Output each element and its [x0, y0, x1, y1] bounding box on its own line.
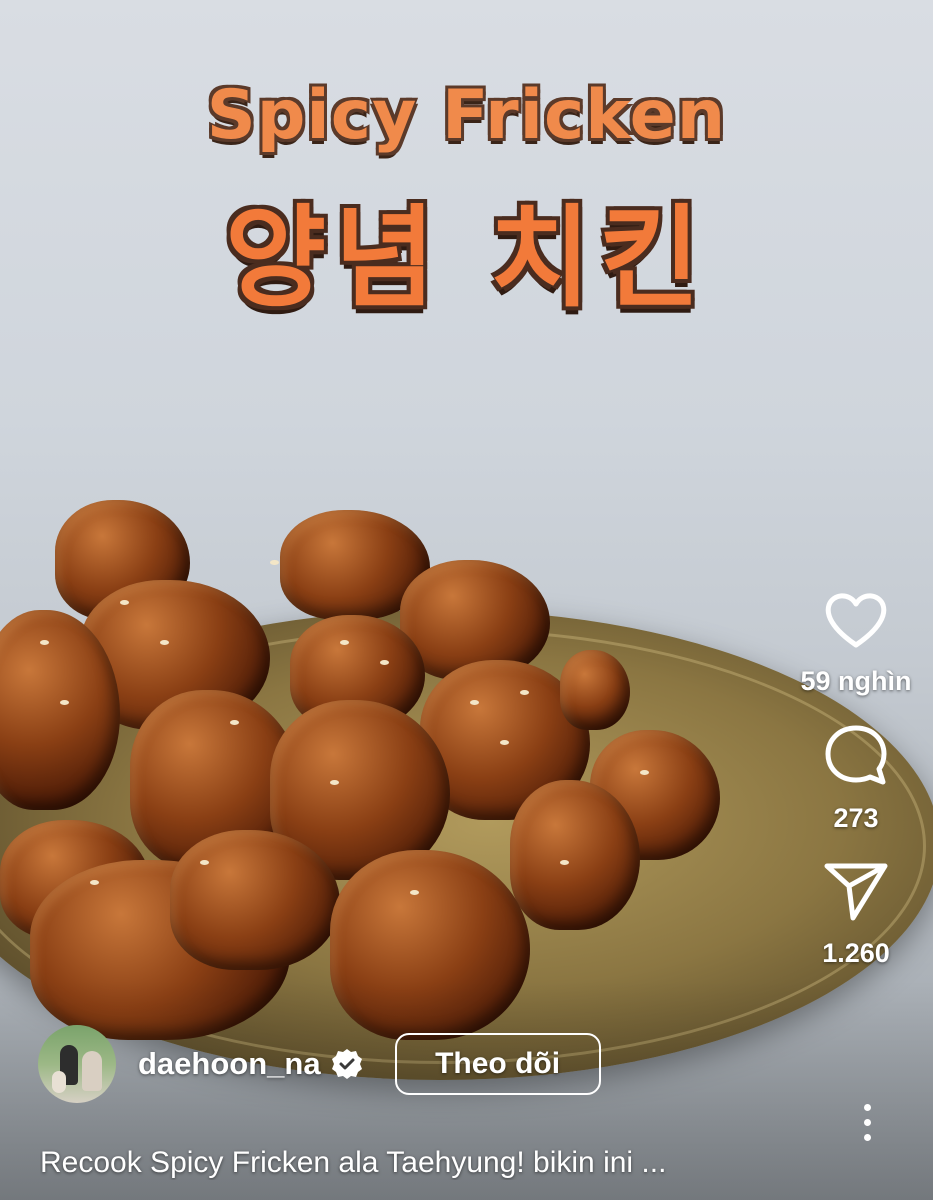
author-row: daehoon_na Theo dõi [38, 1025, 601, 1103]
sesame-seed [200, 860, 209, 865]
sesame-seed [520, 690, 529, 695]
avatar-figure [82, 1051, 102, 1091]
caption[interactable]: Recook Spicy Fricken ala Taehyung! bikin… [40, 1146, 800, 1180]
more-dot [864, 1104, 871, 1111]
comment-action[interactable]: 273 [791, 723, 921, 834]
share-count: 1.260 [822, 938, 890, 968]
more-icon[interactable] [864, 1104, 871, 1141]
sesame-seed [470, 700, 479, 705]
action-rail: 59 nghìn 273 1.260 [791, 590, 921, 995]
chicken-piece [560, 650, 630, 730]
comment-icon[interactable] [823, 723, 889, 787]
share-action[interactable]: 1.260 [791, 860, 921, 969]
avatar[interactable] [38, 1025, 116, 1103]
heart-icon[interactable] [823, 590, 889, 650]
like-action[interactable]: 59 nghìn [791, 590, 921, 697]
more-dot [864, 1119, 871, 1126]
sesame-seed [230, 720, 239, 725]
sesame-seed [160, 640, 169, 645]
chicken-piece [170, 830, 340, 970]
sesame-seed [380, 660, 389, 665]
avatar-figure [52, 1071, 66, 1093]
sesame-seed [340, 640, 349, 645]
reel-viewer: Spicy Fricken 양념 치킨 59 nghìn 273 1.260 d… [0, 0, 933, 1200]
sesame-seed [90, 880, 99, 885]
username[interactable]: daehoon_na [138, 1046, 321, 1082]
sesame-seed [40, 640, 49, 645]
video-title-english: Spicy Fricken [206, 76, 727, 155]
verified-badge-icon [331, 1049, 362, 1079]
more-dot [864, 1134, 871, 1141]
follow-button[interactable]: Theo dõi [394, 1033, 601, 1095]
sesame-seed [270, 560, 279, 565]
sesame-seed [60, 700, 69, 705]
sesame-seed [560, 860, 569, 865]
comment-count: 273 [833, 803, 879, 833]
send-icon[interactable] [823, 860, 889, 922]
sesame-seed [120, 600, 129, 605]
sesame-seed [640, 770, 649, 775]
like-count: 59 nghìn [800, 666, 912, 696]
video-title-korean: 양념 치킨 [224, 194, 709, 322]
sesame-seed [500, 740, 509, 745]
sesame-seed [410, 890, 419, 895]
sesame-seed [330, 780, 339, 785]
